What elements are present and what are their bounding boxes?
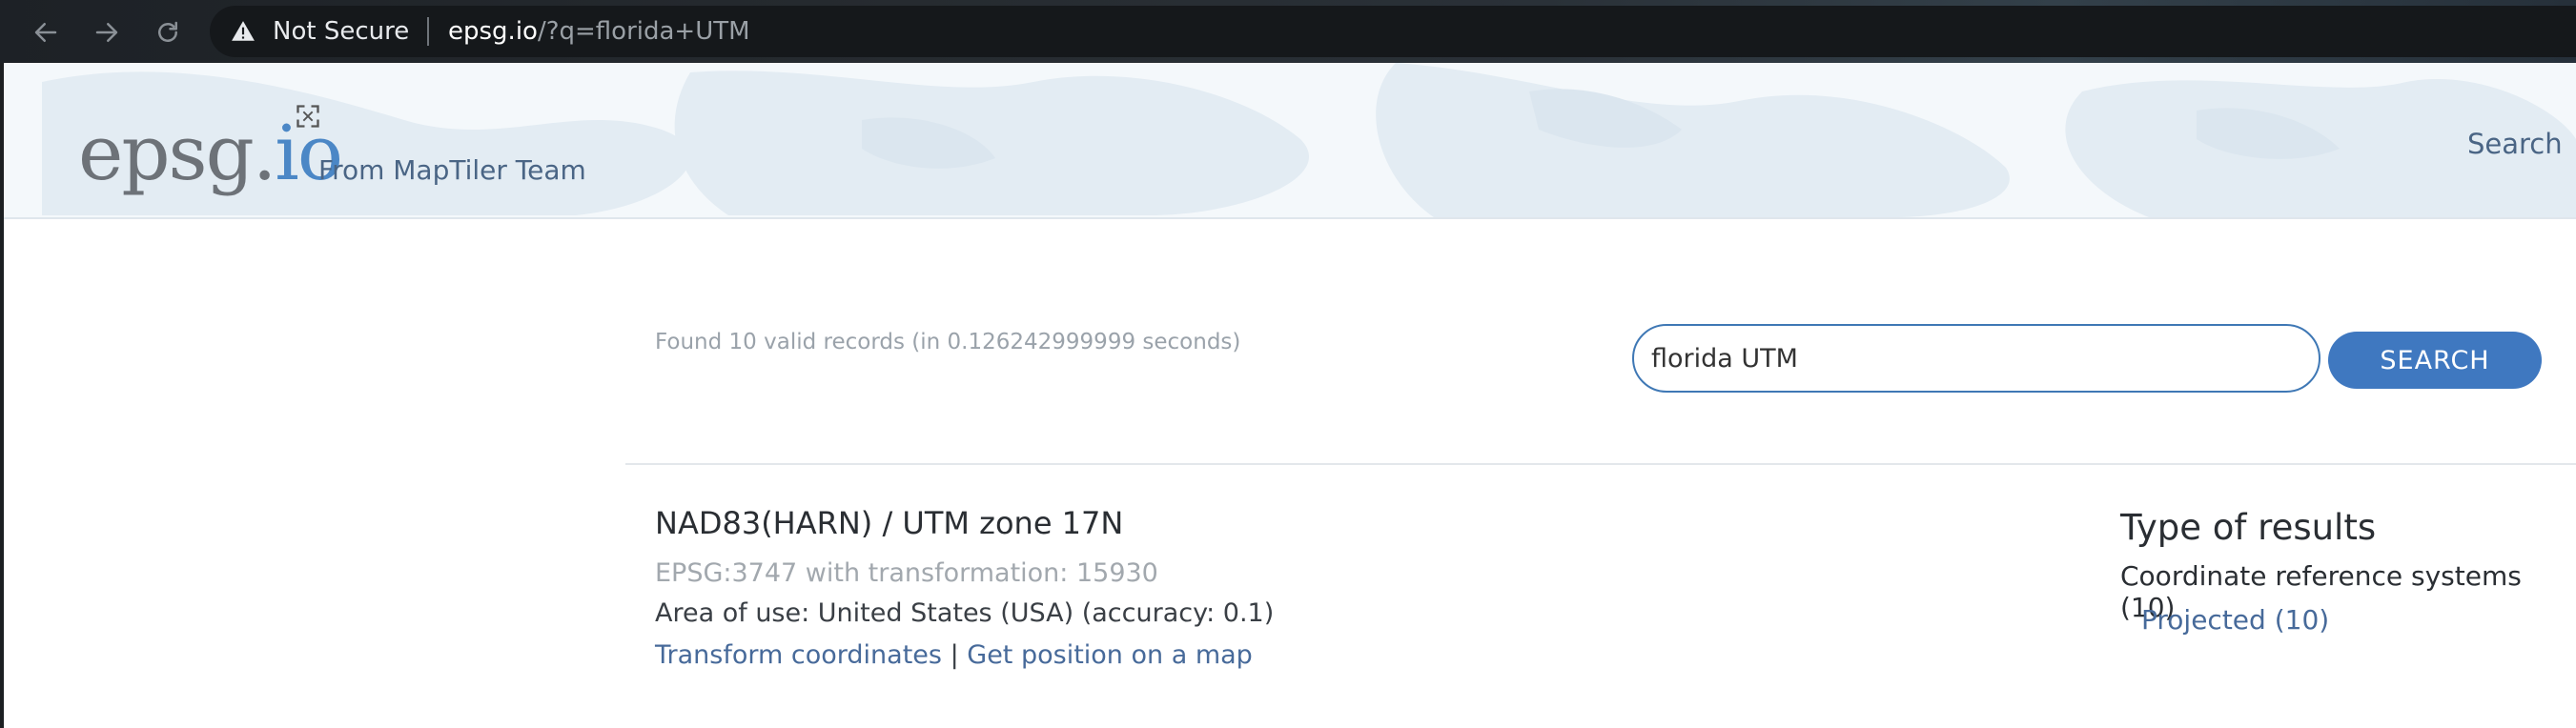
warning-icon bbox=[232, 21, 255, 41]
back-button[interactable] bbox=[25, 11, 67, 53]
link-separator: | bbox=[950, 640, 959, 670]
site-header: epsg.io From MapTiler Team Search bbox=[4, 63, 2576, 219]
url-host: epsg.io bbox=[448, 17, 538, 46]
address-divider bbox=[427, 17, 429, 46]
address-bar[interactable]: Not Secure epsg.io/?q=florida+UTM bbox=[210, 6, 2576, 57]
reload-icon bbox=[158, 21, 177, 42]
search-button[interactable]: SEARCH bbox=[2328, 332, 2542, 389]
arrow-left-icon bbox=[34, 23, 57, 42]
result-links: Transform coordinates | Get position on … bbox=[655, 640, 1253, 670]
security-status[interactable]: Not Secure bbox=[273, 17, 409, 46]
reload-button[interactable] bbox=[147, 11, 189, 53]
result-area-of-use: Area of use: United States (USA) (accura… bbox=[655, 598, 1275, 628]
result-code: EPSG:3747 with transformation: 15930 bbox=[655, 558, 1158, 588]
facet-projected[interactable]: Projected (10) bbox=[2141, 604, 2329, 636]
tagline[interactable]: From MapTiler Team bbox=[318, 154, 586, 186]
fullscreen-icon[interactable] bbox=[295, 103, 321, 130]
get-position-on-map-link[interactable]: Get position on a map bbox=[967, 640, 1253, 670]
logo-main-text: epsg. bbox=[78, 109, 276, 197]
forward-button[interactable] bbox=[86, 11, 128, 53]
content-divider bbox=[625, 463, 2576, 465]
result-title[interactable]: NAD83(HARN) / UTM zone 17N bbox=[655, 505, 1123, 541]
transform-coordinates-link[interactable]: Transform coordinates bbox=[655, 640, 942, 670]
facets-title: Type of results bbox=[2120, 507, 2377, 548]
arrow-right-icon bbox=[95, 23, 118, 42]
world-map-background bbox=[4, 63, 2576, 217]
search-input[interactable] bbox=[1632, 324, 2320, 393]
url-path: /?q=florida+UTM bbox=[537, 17, 750, 46]
url-text[interactable]: epsg.io/?q=florida+UTM bbox=[448, 17, 750, 46]
results-summary: Found 10 valid records (in 0.12624299999… bbox=[655, 330, 1241, 354]
nav-search-link[interactable]: Search bbox=[2467, 128, 2563, 160]
browser-toolbar: Not Secure epsg.io/?q=florida+UTM bbox=[0, 0, 2576, 63]
